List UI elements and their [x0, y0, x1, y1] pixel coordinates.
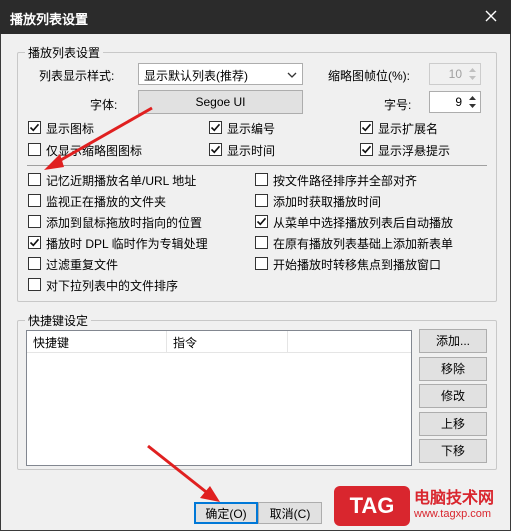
column-header-command[interactable]: 指令: [173, 334, 197, 351]
title-bar: 播放列表设置: [0, 0, 511, 34]
window-title: 播放列表设置: [10, 12, 89, 27]
checkbox-empty-icon[interactable]: [255, 173, 268, 186]
chevron-down-icon: [287, 69, 297, 79]
option-checkbox-label: 监视正在播放的文件夹: [46, 195, 167, 209]
option-checkbox-label: 开始播放时转移焦点到播放窗口: [273, 258, 442, 272]
checkbox-checked-icon[interactable]: [209, 121, 222, 134]
thumb-fps-label: 缩略图帧位(%):: [328, 69, 410, 83]
remove-shortcut-button[interactable]: 移除: [419, 357, 487, 381]
annotation-arrow-icon: [147, 444, 220, 502]
watermark-url: www.tagxp.com: [414, 508, 492, 520]
option-checkbox-label: 播放时 DPL 临时作为专辑处理: [46, 237, 208, 251]
cancel-button[interactable]: 取消(C): [258, 502, 322, 524]
option-checkbox-label: 显示时间: [227, 144, 276, 158]
display-style-label: 列表显示样式:: [39, 69, 115, 83]
edit-shortcut-button[interactable]: 修改: [419, 384, 487, 408]
checkbox-checked-icon[interactable]: [360, 143, 373, 156]
font-select-button[interactable]: Segoe UI: [138, 90, 303, 114]
option-checkbox-label: 显示扩展名: [378, 122, 439, 136]
checkbox-empty-icon[interactable]: [28, 278, 41, 291]
add-shortcut-button[interactable]: 添加...: [419, 329, 487, 353]
spinner-arrows-icon: [469, 68, 476, 80]
checkbox-checked-icon[interactable]: [209, 143, 222, 156]
thumb-fps-value: 10: [448, 67, 462, 81]
option-checkbox-label: 对下拉列表中的文件排序: [46, 279, 179, 293]
display-style-value: 显示默认列表(推荐): [144, 69, 248, 83]
option-checkbox-label: 显示编号: [227, 122, 276, 136]
font-size-spinner[interactable]: 9: [429, 91, 481, 113]
option-checkbox-label: 在原有播放列表基础上添加新表单: [273, 237, 454, 251]
shortcut-settings-legend: 快捷键设定: [25, 312, 92, 329]
checkbox-empty-icon[interactable]: [28, 257, 41, 270]
display-style-select[interactable]: 显示默认列表(推荐): [138, 63, 303, 85]
checkbox-checked-icon[interactable]: [28, 236, 41, 249]
thumb-fps-spinner[interactable]: 10: [429, 63, 481, 85]
option-checkbox-label: 添加时获取播放时间: [273, 195, 382, 209]
checkbox-empty-icon[interactable]: [255, 194, 268, 207]
checkbox-checked-icon[interactable]: [255, 215, 268, 228]
column-separator: [287, 331, 288, 353]
font-size-value: 9: [455, 95, 462, 109]
move-up-button[interactable]: 上移: [419, 412, 487, 436]
option-checkbox-label: 过滤重复文件: [46, 258, 119, 272]
move-down-button[interactable]: 下移: [419, 439, 487, 463]
watermark-logo: TAG: [334, 486, 410, 526]
option-checkbox-label: 添加到鼠标拖放时指向的位置: [46, 216, 203, 230]
checkbox-empty-icon[interactable]: [28, 194, 41, 207]
option-checkbox-label: 按文件路径排序并全部对齐: [273, 174, 418, 188]
shortcut-list-header: 快捷键 指令: [27, 331, 411, 353]
column-header-shortcut[interactable]: 快捷键: [33, 334, 69, 351]
annotation-arrow-icon: [44, 106, 153, 170]
checkbox-checked-icon[interactable]: [360, 121, 373, 134]
watermark-name: 电脑技术网: [414, 490, 495, 507]
spinner-arrows-icon: [469, 96, 476, 108]
playlist-settings-legend: 播放列表设置: [25, 44, 104, 61]
column-separator: [166, 331, 167, 353]
checkbox-empty-icon[interactable]: [28, 215, 41, 228]
watermark: TAG 电脑技术网 www.tagxp.com: [334, 476, 511, 531]
checkbox-empty-icon[interactable]: [255, 236, 268, 249]
option-checkbox-label: 显示浮悬提示: [378, 144, 451, 158]
checkbox-empty-icon[interactable]: [255, 257, 268, 270]
close-icon[interactable]: [481, 6, 501, 26]
font-size-label: 字号:: [384, 98, 412, 112]
option-checkbox-label: 从菜单中选择播放列表后自动播放: [273, 216, 454, 230]
